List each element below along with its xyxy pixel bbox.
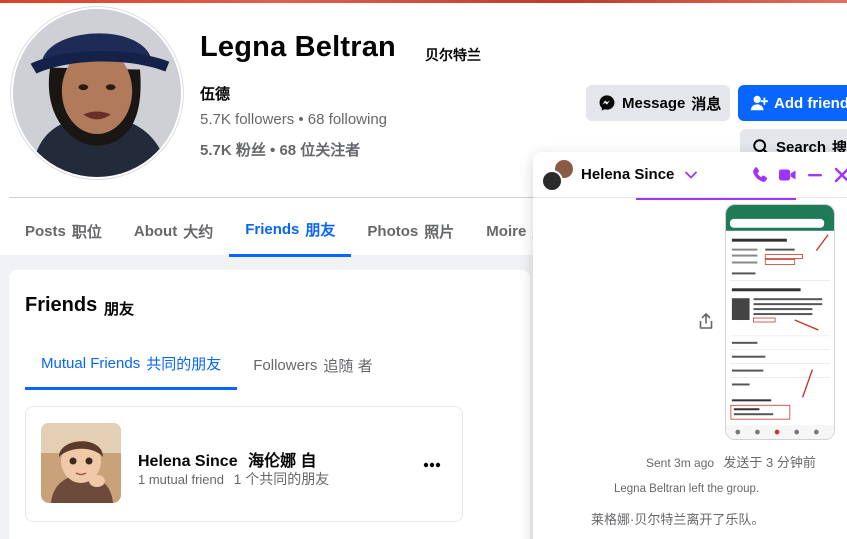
profile-name-translation: 贝尔特兰 xyxy=(425,47,481,63)
tab-about-translation: 大约 xyxy=(183,223,214,241)
video-icon[interactable] xyxy=(777,165,797,185)
tab-friends-translation: 朋友 xyxy=(305,222,336,239)
tab-about[interactable]: About 大约 xyxy=(118,205,229,257)
tab-friends[interactable]: Friends 朋友 xyxy=(229,205,352,257)
friend-name-translation: 海伦娜 自 xyxy=(248,453,317,470)
phone-icon[interactable] xyxy=(750,165,770,185)
subtab-followers-translation: 追随 者 xyxy=(323,357,373,375)
friend-avatar[interactable] xyxy=(41,423,121,503)
friend-mutual-translation: 1 个共同的朋友 xyxy=(233,471,330,487)
add-friend-label: Add friend xyxy=(774,94,847,112)
tab-photos-label: Photos xyxy=(367,222,419,240)
tab-posts[interactable]: Posts 职位 xyxy=(9,205,118,257)
subtab-mutual-label: Mutual Friends xyxy=(41,355,141,372)
group-avatar-member-2 xyxy=(541,170,563,192)
tab-friends-label: Friends xyxy=(245,221,300,238)
chevron-down-icon xyxy=(684,171,697,179)
subtab-followers[interactable]: Followers 追随 者 xyxy=(237,340,388,390)
followers-stats[interactable]: 5.7K followers • 68 following xyxy=(200,111,387,128)
profile-avatar[interactable] xyxy=(11,7,183,179)
tab-photos[interactable]: Photos 照片 xyxy=(351,205,470,257)
tab-about-label: About xyxy=(133,222,178,240)
tab-posts-label: Posts xyxy=(25,222,66,240)
message-bubble-edge xyxy=(636,198,796,200)
attached-screenshot-image[interactable] xyxy=(725,204,835,440)
add-friend-button[interactable]: Add friend xyxy=(738,85,847,121)
group-avatar[interactable] xyxy=(541,158,577,194)
chat-header[interactable]: Helena Since xyxy=(533,152,847,198)
friend-name[interactable]: Helena Since 海伦娜 自 xyxy=(138,447,317,471)
chat-title[interactable]: Helena Since xyxy=(581,166,697,183)
friend-name-text: Helena Since xyxy=(138,453,238,470)
friend-mutual-count[interactable]: 1 mutual friend 1 个共同的朋友 xyxy=(138,469,329,489)
friends-title: Friends xyxy=(25,294,98,316)
friend-mutual-text: 1 mutual friend xyxy=(138,472,224,487)
message-sent-status: Sent 3m ago 发送于 3 分钟前 xyxy=(646,452,816,471)
tab-posts-translation: 职位 xyxy=(71,223,102,241)
sent-status-text: Sent 3m ago xyxy=(646,456,715,470)
message-button[interactable]: Message 消息 xyxy=(586,85,730,121)
friends-title-translation: 朋友 xyxy=(104,301,135,318)
more-icon xyxy=(423,462,441,468)
message-label: Message xyxy=(622,94,686,112)
system-message-translation: 莱格娜·贝尔特兰离开了乐队。 xyxy=(591,512,765,527)
subtab-followers-label: Followers xyxy=(253,356,318,374)
system-message: Legna Beltran left the group. xyxy=(614,483,760,495)
sent-status-translation: 发送于 3 分钟前 xyxy=(723,455,816,470)
message-label-translation: 消息 xyxy=(691,95,722,113)
profile-name: Legna Beltran xyxy=(200,31,396,63)
profile-tabs: Posts 职位 About 大约 Friends 朋友 Photos 照片 M… xyxy=(9,205,563,257)
close-icon[interactable] xyxy=(832,165,847,185)
chat-window: Helena Since Sent 3m ago 发送于 3 分钟前 Legna… xyxy=(533,152,847,539)
friend-more-button[interactable] xyxy=(416,449,448,481)
tab-photos-translation: 照片 xyxy=(424,223,455,241)
subtab-mutual-friends[interactable]: Mutual Friends 共同的朋友 xyxy=(25,340,238,390)
tab-more-label: Moire xyxy=(486,222,527,240)
minimize-icon[interactable] xyxy=(805,165,825,185)
friends-section: Friends 朋友 Mutual Friends 共同的朋友 Follower… xyxy=(9,270,530,539)
add-person-icon xyxy=(750,95,768,111)
followers-stats-translation: 5.7K 粉丝 • 68 位关注者 xyxy=(200,142,361,159)
friend-list-item[interactable]: Helena Since 海伦娜 自 1 mutual friend 1 个共同… xyxy=(25,406,463,522)
subtab-mutual-translation: 共同的朋友 xyxy=(146,356,222,373)
profile-subname: 伍德 xyxy=(200,86,231,103)
friends-subtabs: Mutual Friends 共同的朋友 Followers 追随 者 xyxy=(25,340,389,390)
messenger-icon xyxy=(599,95,615,111)
header-divider xyxy=(9,197,539,198)
share-icon[interactable] xyxy=(697,312,715,330)
chat-title-text: Helena Since xyxy=(581,166,675,183)
